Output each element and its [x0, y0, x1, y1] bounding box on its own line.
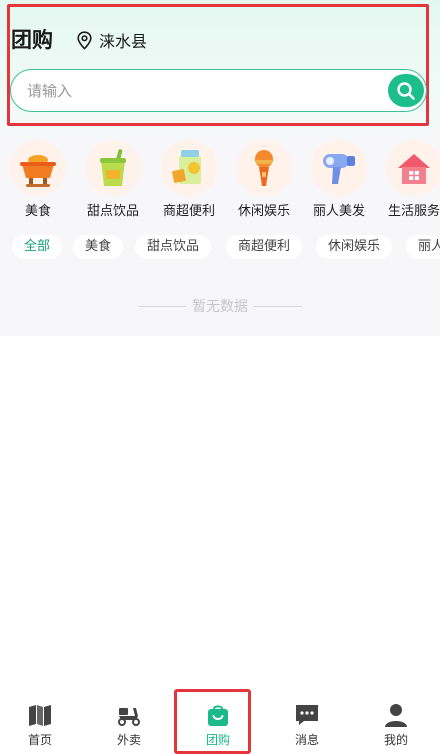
- category-icon-wrap: [161, 140, 217, 196]
- tab-label: 消息: [294, 733, 319, 747]
- chip-all[interactable]: 全部: [12, 235, 63, 259]
- empty-state-text: 暂无数据: [192, 299, 248, 315]
- category-icon-wrap: [386, 140, 440, 196]
- active-tab-highlight-box: [174, 689, 251, 754]
- scooter-icon: [118, 708, 140, 726]
- filter-chip-row: 全部 美食 甜点饮品 商超便利 休闲娱乐 丽人美发: [0, 235, 440, 259]
- empty-divider-right: [254, 305, 302, 307]
- grocery-bag-icon: [172, 150, 201, 184]
- location-pin-icon: [77, 30, 92, 50]
- empty-state: 暂无数据: [0, 296, 440, 316]
- message-icon: [296, 705, 318, 725]
- category-row: 美食 甜点饮品 商超便利 休闲娱乐 丽人美发 生活服务: [0, 140, 440, 220]
- tab-label: 外卖: [116, 733, 141, 747]
- tab-messages[interactable]: 消息: [267, 694, 347, 754]
- tab-takeout[interactable]: 外卖: [89, 694, 169, 754]
- category-beauty[interactable]: 丽人美发: [301, 140, 377, 219]
- search-bar: [10, 69, 427, 112]
- tab-label: 我的: [383, 733, 408, 747]
- search-button[interactable]: [388, 74, 424, 107]
- chip-dessert-drinks[interactable]: 甜点饮品: [135, 235, 212, 259]
- category-life-services[interactable]: 生活服务: [376, 140, 440, 219]
- category-label: 甜点饮品: [86, 204, 139, 219]
- category-label: 美食: [24, 204, 51, 219]
- category-icon-wrap: [10, 140, 66, 196]
- category-icon-wrap: [85, 140, 141, 196]
- category-label: 商超便利: [162, 204, 215, 219]
- category-entertainment[interactable]: 休闲娱乐: [226, 140, 302, 219]
- location-selector[interactable]: 涞水县: [76, 28, 147, 52]
- category-label: 生活服务: [387, 204, 440, 219]
- chip-food[interactable]: 美食: [73, 235, 124, 259]
- category-icon-wrap: [311, 140, 367, 196]
- location-label: 涞水县: [99, 32, 148, 51]
- microphone-icon: [255, 150, 273, 186]
- chip-entertainment[interactable]: 休闲娱乐: [316, 235, 393, 259]
- search-icon: [397, 81, 415, 100]
- page-title: 团购: [11, 28, 53, 52]
- tab-home[interactable]: 首页: [0, 694, 80, 754]
- category-supermarket[interactable]: 商超便利: [151, 140, 227, 219]
- home-map-icon: [29, 705, 51, 726]
- category-label: 丽人美发: [312, 204, 365, 219]
- user-icon: [385, 704, 407, 727]
- hair-dryer-icon: [323, 154, 355, 184]
- category-icon-wrap: [236, 140, 292, 196]
- chip-beauty[interactable]: 丽人美发: [406, 235, 440, 259]
- empty-divider-left: [138, 305, 186, 307]
- category-food[interactable]: 美食: [0, 140, 76, 219]
- tab-profile[interactable]: 我的: [356, 694, 436, 754]
- tab-label: 首页: [27, 733, 52, 747]
- category-dessert-drinks[interactable]: 甜点饮品: [75, 140, 151, 219]
- hotpot-icon: [20, 155, 56, 187]
- search-input[interactable]: [27, 79, 367, 103]
- drink-cup-icon: [100, 149, 126, 186]
- house-icon: [398, 154, 430, 184]
- category-label: 休闲娱乐: [237, 204, 290, 219]
- chip-supermarket[interactable]: 商超便利: [226, 235, 303, 259]
